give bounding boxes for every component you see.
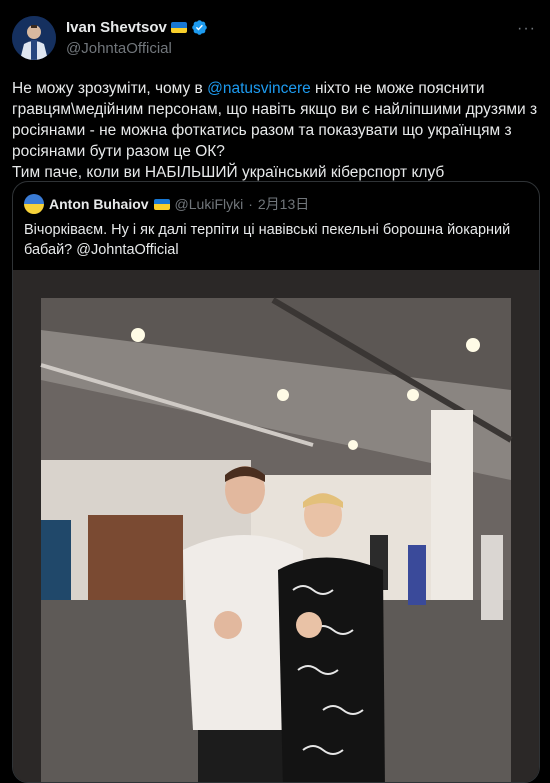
quoted-author-name[interactable]: Anton Buhaiov [49,196,149,212]
tweet: Ivan Shevtsov @JohntaOfficial ··· Не мож… [0,0,550,783]
photo-illustration [13,270,539,782]
ukraine-flag-icon [170,22,187,33]
mention-link[interactable]: @natusvincere [207,80,311,97]
tweet-text-part-1: Не можу зрозуміти, чому в [12,80,208,97]
author-avatar[interactable] [12,16,56,60]
author-name-row: Ivan Shevtsov [66,19,208,36]
tweet-text-line-2: Тим паче, коли ви НАБІЛЬШИЙ український … [12,164,445,181]
avatar-image [12,16,56,60]
quoted-date[interactable]: 2月13日 [258,194,309,214]
verified-badge-icon [191,19,208,36]
quoted-tweet-photo[interactable] [13,270,539,782]
quoted-author-handle[interactable]: @LukiFlyki [175,196,244,212]
quoted-tweet[interactable]: Anton Buhaiov @LukiFlyki · 2月13日 Вічоркі… [12,181,540,783]
author-handle[interactable]: @JohntaOfficial [66,40,172,57]
more-icon[interactable]: ··· [517,20,536,38]
quoted-tweet-header: Anton Buhaiov @LukiFlyki · 2月13日 [24,194,309,214]
quoted-separator: · [248,196,253,212]
quoted-tweet-text: Вічорківаєм. Ну і як далі терпіти ці нав… [24,222,511,258]
quoted-author-avatar[interactable] [24,194,44,214]
author-display-name[interactable]: Ivan Shevtsov [66,19,167,36]
tweet-text: Не можу зрозуміти, чому в @natusvincere … [12,78,538,183]
ukraine-flag-icon [153,198,170,210]
